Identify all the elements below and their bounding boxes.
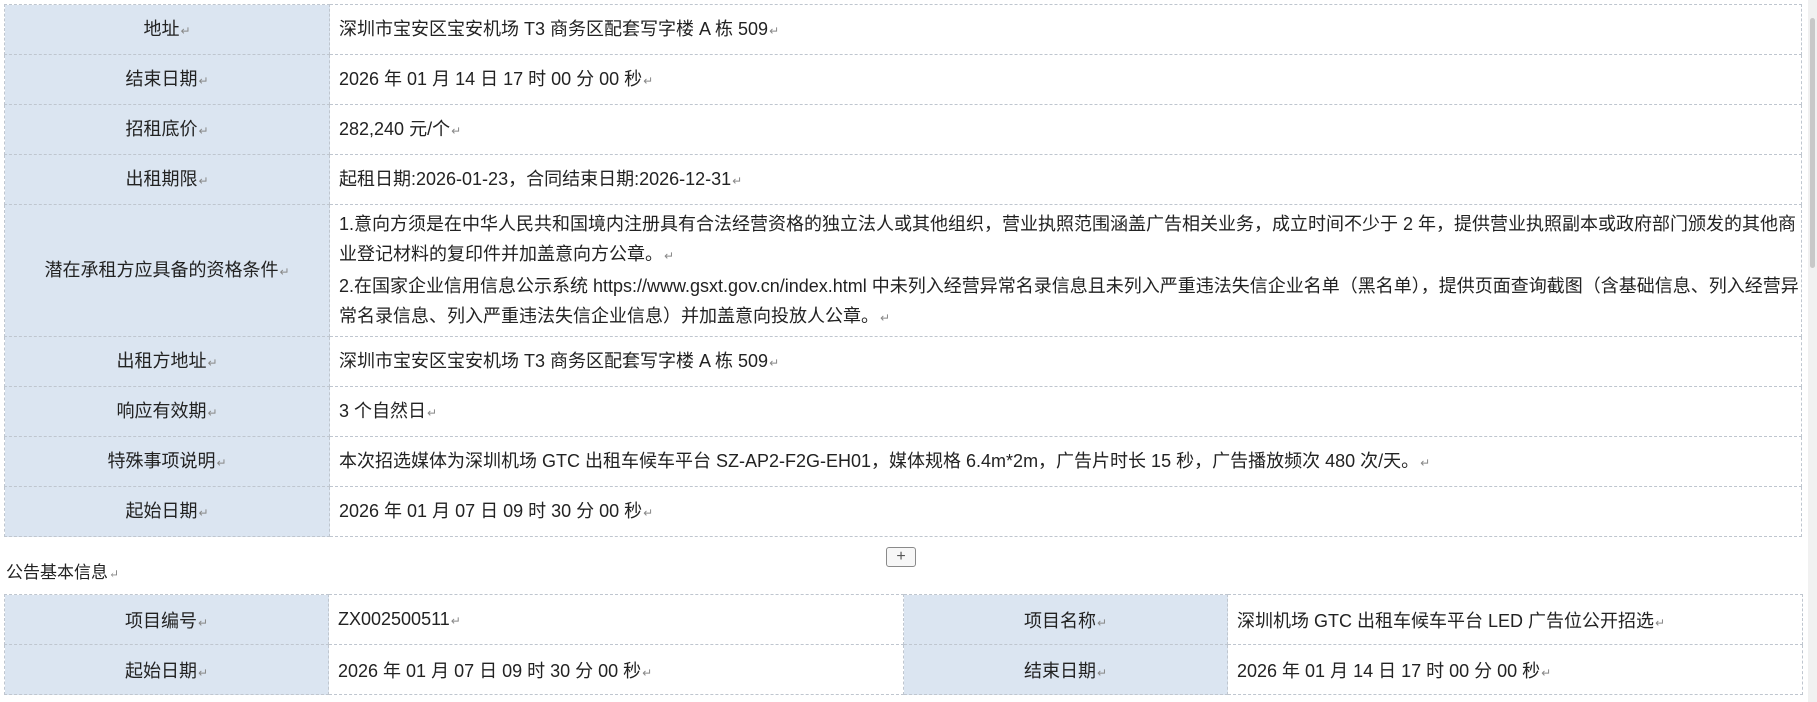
qualification-item: 1.意向方须是在中华人民共和国境内注册具有合法经营资格的独立法人或其他组织，营业… <box>339 213 1797 264</box>
expand-table-button[interactable]: + <box>886 547 916 567</box>
row-label: 项目编号↵ <box>4 594 329 645</box>
info-table: 地址↵ 深圳市宝安区宝安机场 T3 商务区配套写字楼 A 栋 509↵ 结束日期… <box>4 4 1802 537</box>
row-label: 响应有效期↵ <box>4 386 330 437</box>
row-value: 本次招选媒体为深圳机场 GTC 出租车候车平台 SZ-AP2-F2G-EH01，… <box>329 436 1802 487</box>
table-row: 响应有效期↵ 3 个自然日↵ <box>4 386 1802 437</box>
table-row: 结束日期↵ 2026 年 01 月 14 日 17 时 00 分 00 秒↵ <box>4 54 1802 105</box>
row-value: 起租日期:2026-01-23，合同结束日期:2026-12-31↵ <box>329 154 1802 205</box>
row-label: 出租方地址↵ <box>4 336 330 387</box>
table-row: 出租方地址↵ 深圳市宝安区宝安机场 T3 商务区配套写字楼 A 栋 509↵ <box>4 336 1802 387</box>
vertical-scrollbar[interactable] <box>1808 0 1817 702</box>
scrollbar-thumb[interactable] <box>1810 18 1815 268</box>
row-value: 深圳机场 GTC 出租车候车平台 LED 广告位公开招选↵ <box>1227 594 1803 645</box>
row-value: 3 个自然日↵ <box>329 386 1802 437</box>
table-row: 潜在承租方应具备的资格条件↵ 1.意向方须是在中华人民共和国境内注册具有合法经营… <box>4 204 1802 337</box>
row-label: 出租期限↵ <box>4 154 330 205</box>
row-value: 深圳市宝安区宝安机场 T3 商务区配套写字楼 A 栋 509↵ <box>329 336 1802 387</box>
row-label: 潜在承租方应具备的资格条件↵ <box>4 204 330 337</box>
row-value: 2026 年 01 月 14 日 17 时 00 分 00 秒↵ <box>329 54 1802 105</box>
row-label: 起始日期↵ <box>4 486 330 537</box>
announcement-table-container: 项目编号↵ ZX002500511↵ 项目名称↵ 深圳机场 GTC 出租车候车平… <box>4 594 1803 695</box>
row-value: 1.意向方须是在中华人民共和国境内注册具有合法经营资格的独立法人或其他组织，营业… <box>329 204 1802 337</box>
row-value: 2026 年 01 月 14 日 17 时 00 分 00 秒↵ <box>1227 644 1803 695</box>
row-value: 2026 年 01 月 07 日 09 时 30 分 00 秒↵ <box>329 486 1802 537</box>
row-label: 结束日期↵ <box>903 644 1228 695</box>
row-label: 起始日期↵ <box>4 644 329 695</box>
table-row: 特殊事项说明↵ 本次招选媒体为深圳机场 GTC 出租车候车平台 SZ-AP2-F… <box>4 436 1802 487</box>
table-row: 项目编号↵ ZX002500511↵ 项目名称↵ 深圳机场 GTC 出租车候车平… <box>4 594 1803 645</box>
table-row: 地址↵ 深圳市宝安区宝安机场 T3 商务区配套写字楼 A 栋 509↵ <box>4 4 1802 55</box>
row-label: 项目名称↵ <box>903 594 1228 645</box>
row-value: 282,240 元/个↵ <box>329 104 1802 155</box>
qualification-item: 2.在国家企业信用信息公示系统 https://www.gsxt.gov.cn/… <box>339 275 1799 326</box>
row-value: 2026 年 01 月 07 日 09 时 30 分 00 秒↵ <box>328 644 904 695</box>
table-row: 招租底价↵ 282,240 元/个↵ <box>4 104 1802 155</box>
row-value: 深圳市宝安区宝安机场 T3 商务区配套写字楼 A 栋 509↵ <box>329 4 1802 55</box>
row-label: 结束日期↵ <box>4 54 330 105</box>
info-table-container: 地址↵ 深圳市宝安区宝安机场 T3 商务区配套写字楼 A 栋 509↵ 结束日期… <box>4 4 1802 537</box>
table-row: 起始日期↵ 2026 年 01 月 07 日 09 时 30 分 00 秒↵ 结… <box>4 644 1803 695</box>
announcement-table: 项目编号↵ ZX002500511↵ 项目名称↵ 深圳机场 GTC 出租车候车平… <box>4 594 1803 695</box>
row-label: 特殊事项说明↵ <box>4 436 330 487</box>
row-label: 地址↵ <box>4 4 330 55</box>
table-row: 起始日期↵ 2026 年 01 月 07 日 09 时 30 分 00 秒↵ <box>4 486 1802 537</box>
row-label: 招租底价↵ <box>4 104 330 155</box>
table-row: 出租期限↵ 起租日期:2026-01-23，合同结束日期:2026-12-31↵ <box>4 154 1802 205</box>
section-title: 公告基本信息↵ <box>6 563 120 583</box>
row-value: ZX002500511↵ <box>328 594 904 645</box>
